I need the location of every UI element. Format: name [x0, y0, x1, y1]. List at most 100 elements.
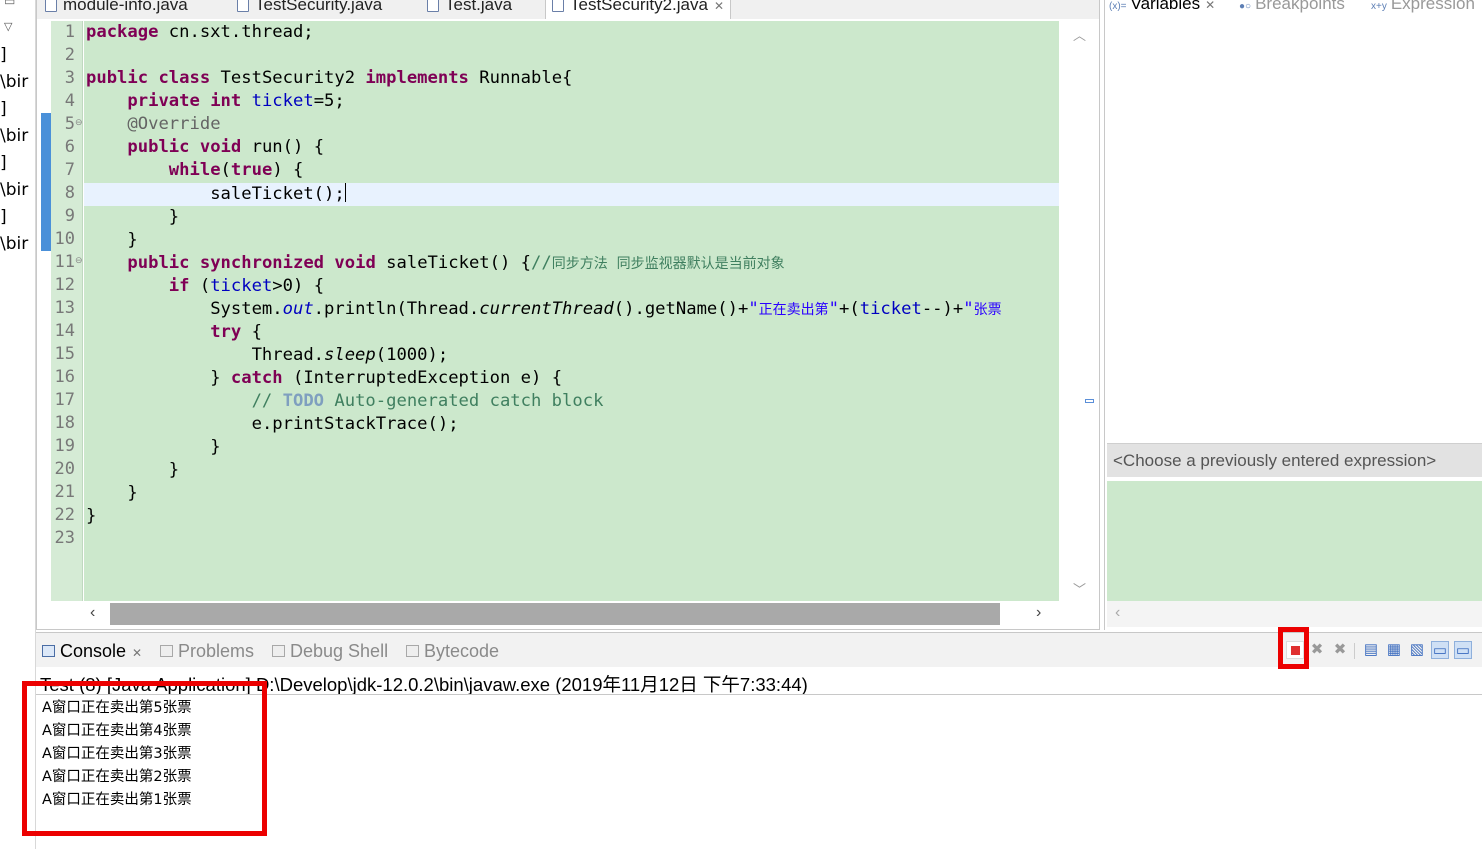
debug-tab-bar: (x)= Variables ✕ ●○ Breakpoints x+y Expressi…	[1105, 0, 1482, 16]
bytecode-icon	[406, 645, 419, 657]
line-number: 4	[64, 91, 75, 111]
scroll-left-icon[interactable]: ‹	[1115, 604, 1120, 622]
debug-views-pane: (x)= Variables ✕ ●○ Breakpoints x+y Expressi…	[1104, 0, 1482, 630]
scrollbar-thumb[interactable]	[110, 603, 1000, 625]
expression-detail-area[interactable]	[1107, 481, 1482, 601]
explorer-row[interactable]: \bir	[0, 234, 28, 254]
explorer-row[interactable]: ]	[0, 45, 7, 65]
expression-combo[interactable]: <Choose a previously entered expression>	[1107, 443, 1482, 477]
line-number: 21	[54, 482, 75, 502]
breakpoints-icon: ●○	[1239, 1, 1252, 12]
line-number: 10	[54, 229, 75, 249]
tab-test[interactable]: Test.java	[427, 0, 512, 19]
code-text[interactable]: package cn.sxt.thread; public class Test…	[84, 21, 1059, 601]
remove-all-terminated-icon[interactable]: ✖	[1331, 641, 1349, 659]
tab-label: Breakpoints	[1255, 0, 1345, 13]
code-line-21: }	[127, 483, 138, 503]
close-icon[interactable]: ✕	[132, 646, 142, 660]
explorer-row[interactable]: ]	[0, 153, 7, 173]
chevron-down-icon[interactable]: ▽	[4, 20, 18, 33]
highlight-box-output	[22, 681, 267, 836]
tab-problems[interactable]: Problems	[160, 641, 254, 662]
scroll-up-icon[interactable]: ︿	[1073, 25, 1086, 44]
tab-breakpoints[interactable]: ●○ Breakpoints	[1239, 0, 1345, 14]
remove-launch-icon[interactable]: ✖	[1308, 641, 1326, 659]
show-on-error-icon[interactable]: ▭	[1454, 641, 1472, 659]
code-line-9: }	[168, 207, 180, 227]
tab-variables[interactable]: (x)= Variables ✕	[1109, 0, 1215, 14]
tab-bytecode[interactable]: Bytecode	[406, 641, 499, 662]
java-file-icon	[552, 0, 564, 12]
java-file-icon	[237, 0, 249, 12]
close-icon[interactable]: ✕	[1205, 0, 1215, 12]
tab-label: Test.java	[445, 0, 513, 14]
code-line-14: try {	[210, 322, 262, 342]
line-number: 6	[64, 137, 75, 157]
horizontal-scrollbar[interactable]: ‹ ›	[84, 601, 1059, 627]
tab-label: Problems	[178, 641, 255, 661]
explorer-row[interactable]: \bir	[0, 72, 28, 92]
line-number: 5	[64, 114, 75, 134]
code-line-5: @Override	[127, 114, 221, 134]
line-number: 20	[54, 459, 75, 479]
scroll-left-icon[interactable]: ‹	[90, 604, 95, 622]
minimize-icon[interactable]: ▭	[4, 0, 15, 8]
show-on-output-icon[interactable]: ▭	[1431, 641, 1449, 659]
tab-label: TestSecurity2.java	[570, 0, 708, 14]
code-line-15: Thread.sleep(1000);	[251, 345, 449, 365]
scroll-down-icon[interactable]: ﹀	[1073, 579, 1086, 598]
java-file-icon	[427, 0, 439, 12]
horizontal-scrollbar[interactable]: ‹	[1107, 601, 1482, 627]
tab-expressions[interactable]: x+y Expression	[1371, 0, 1475, 14]
expression-placeholder: <Choose a previously entered expression>	[1113, 451, 1437, 470]
line-number: 14	[54, 321, 75, 341]
annotation-ruler	[39, 21, 53, 601]
console-toolbar: ✖ ✖ ▤ ▦ ▧ ▭ ▭	[1286, 637, 1476, 665]
vertical-scrollbar[interactable]: ︿ ﹀	[1059, 21, 1099, 601]
tab-testsecurity[interactable]: TestSecurity.java	[237, 0, 382, 19]
explorer-row[interactable]: ]	[0, 99, 7, 119]
close-icon[interactable]: ✕	[714, 0, 724, 13]
highlight-box-terminate	[1278, 627, 1309, 669]
line-number: 15	[54, 344, 75, 364]
line-number: 17	[54, 390, 75, 410]
tab-label: Bytecode	[424, 641, 500, 661]
tab-module-info[interactable]: module-info.java	[45, 0, 188, 19]
code-line-3: public class TestSecurity2 implements Ru…	[86, 68, 573, 88]
code-line-10: }	[127, 230, 138, 250]
code-line-7: while(true) {	[168, 160, 304, 180]
tab-testsecurity2[interactable]: TestSecurity2.java ✕	[545, 0, 732, 19]
code-editor: module-info.java TestSecurity.java Test.…	[36, 0, 1100, 630]
scroll-right-icon[interactable]: ›	[1036, 604, 1041, 622]
code-line-11: public synchronized void saleTicket() {/…	[127, 253, 785, 273]
code-line-6: public void run() {	[127, 137, 325, 157]
explorer-row[interactable]: \bir	[0, 126, 28, 146]
explorer-row[interactable]: \bir	[0, 180, 28, 200]
code-line-13: System.out.println(Thread.currentThread(…	[210, 299, 1002, 319]
explorer-row[interactable]: ]	[0, 207, 7, 227]
line-number-gutter: 1 2 3 4 5 6 7 8 9 10 11 12 13 14 15 16 17 18 19 20 21 22 23 ⊖ ⊖	[51, 21, 83, 601]
variables-icon: (x)=	[1109, 1, 1127, 12]
code-line-1: package cn.sxt.thread;	[86, 22, 314, 42]
code-line-20: }	[168, 460, 180, 480]
editor-tab-bar: module-info.java TestSecurity.java Test.…	[37, 0, 1099, 19]
tab-debug-shell[interactable]: Debug Shell	[272, 641, 388, 662]
tab-label: Variables	[1130, 0, 1201, 13]
fold-collapse-icon[interactable]: ⊖	[75, 255, 83, 266]
word-wrap-icon[interactable]: ▧	[1408, 641, 1426, 659]
line-number: 23	[54, 528, 75, 548]
code-line-22: }	[86, 506, 97, 526]
line-number: 2	[64, 45, 75, 65]
line-number: 16	[54, 367, 75, 387]
overview-marker[interactable]	[1085, 399, 1094, 403]
tab-console[interactable]: Console ✕	[42, 641, 142, 662]
problems-icon	[160, 645, 173, 657]
clear-console-icon[interactable]: ▤	[1362, 641, 1380, 659]
scroll-lock-icon[interactable]: ▦	[1385, 641, 1403, 659]
line-number: 9	[64, 206, 75, 226]
line-number: 13	[54, 298, 75, 318]
line-number: 7	[64, 160, 75, 180]
code-line-18: e.printStackTrace();	[251, 414, 459, 434]
console-tab-bar: Console ✕ Problems Debug Shell Bytecode ✖…	[36, 633, 1482, 667]
fold-collapse-icon[interactable]: ⊖	[75, 117, 83, 128]
